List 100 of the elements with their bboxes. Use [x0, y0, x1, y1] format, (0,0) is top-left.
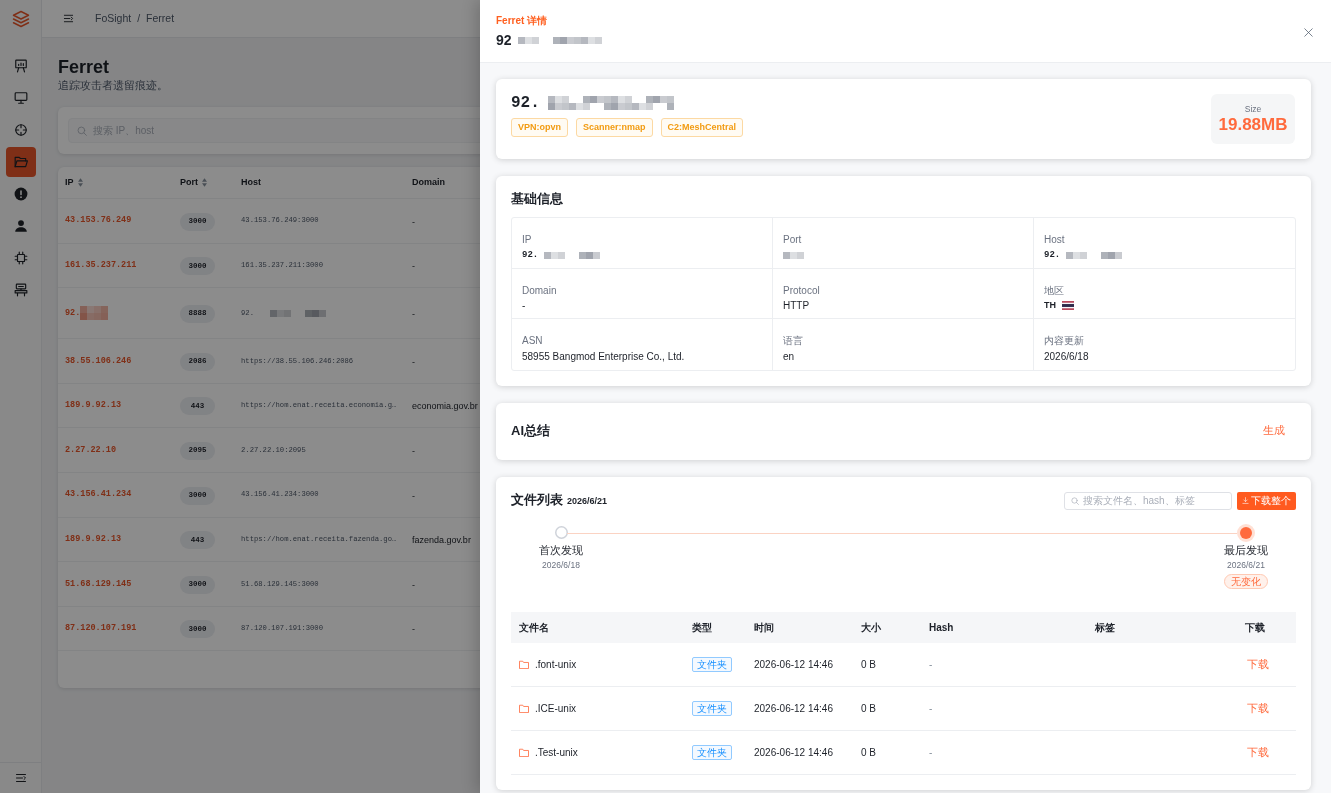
generate-link[interactable]: 生成: [1263, 423, 1285, 439]
status-tag: 无变化: [1224, 573, 1268, 589]
ip-address[interactable]: 161.35.237.211: [65, 259, 137, 272]
file-name: .font-unix: [535, 657, 577, 672]
folder-icon: [519, 703, 529, 713]
field-value: en: [783, 349, 795, 363]
domain-text: -: [412, 308, 415, 319]
crosshair-icon: [13, 123, 28, 137]
tag: VPN:opvn: [511, 118, 568, 137]
search-icon: [1071, 496, 1079, 505]
tag: C2:MeshCentral: [660, 118, 744, 137]
collapse-button[interactable]: [14, 772, 27, 784]
domain-text: -: [412, 445, 415, 456]
domain-text: -: [412, 490, 415, 501]
field-value: -: [522, 299, 526, 312]
menu-icon: [63, 13, 74, 24]
field-label: 内容更新: [1044, 335, 1084, 347]
ip-address[interactable]: 43.156.41.234: [65, 488, 132, 502]
milestone-label: 最后发现: [1224, 543, 1268, 556]
file-hash: -: [929, 701, 933, 716]
field-label: 地区: [1044, 284, 1064, 297]
breadcrumb-link[interactable]: FoSight: [95, 10, 132, 27]
field-label: Domain: [522, 284, 557, 297]
field-label: Host: [1044, 234, 1065, 246]
file-search-field[interactable]: 搜索文件名、hash、标签: [1064, 491, 1232, 510]
column-header[interactable]: IP: [65, 175, 74, 190]
column-header: 下载: [1245, 620, 1265, 635]
ip-address[interactable]: 92.: [65, 306, 81, 320]
field-value: 2026/6/18: [1044, 349, 1089, 363]
size-value: 19.88MB: [1218, 114, 1288, 135]
field-label: 语言: [783, 335, 803, 347]
sidebar-item[interactable]: [5, 147, 36, 177]
column-header: Host: [241, 175, 261, 189]
column-header: 类型: [692, 620, 712, 635]
easel-chart-icon: [13, 59, 28, 73]
page-subtitle: 追踪攻击者遗留痕迹。: [58, 78, 168, 93]
section-date: 2026/6/21: [567, 495, 608, 509]
field-value: 92.: [1044, 248, 1061, 262]
tag: Scanner:nmap: [576, 118, 653, 137]
ip-address[interactable]: 51.68.129.145: [65, 577, 132, 591]
ip-address[interactable]: 38.55.106.246: [65, 354, 132, 368]
file-name: .Test-unix: [535, 745, 578, 760]
download-link[interactable]: 下载: [1247, 655, 1269, 673]
download-link[interactable]: 下载: [1247, 699, 1269, 717]
type-tag: 文件夹: [692, 700, 732, 716]
breadcrumb-current: Ferret: [146, 10, 175, 26]
file-size: 0 B: [861, 701, 876, 716]
register-icon: [13, 283, 28, 297]
file-name: .ICE-unix: [535, 701, 577, 716]
column-header: 文件名: [519, 620, 549, 635]
column-header: 时间: [754, 620, 774, 635]
search-icon: [77, 125, 87, 136]
chip-icon: [13, 251, 28, 265]
field-value: HTTP: [783, 299, 810, 312]
menu-icon: [14, 772, 27, 784]
ip-address[interactable]: 189.9.92.13: [65, 399, 122, 412]
breadcrumb-separator: /: [137, 10, 141, 26]
field-value: TH: [1044, 299, 1056, 312]
download-icon: [1242, 497, 1249, 504]
ip-address[interactable]: 2.27.22.10: [65, 443, 116, 457]
field-value: 58955 Bangmod Enterprise Co., Ltd.: [522, 349, 685, 363]
drawer-eyebrow: Ferret 详情: [496, 14, 548, 27]
monitor-icon: [13, 91, 28, 105]
download-all-button[interactable]: 下载整个: [1237, 491, 1296, 510]
field-label: Port: [783, 234, 802, 246]
menu-button[interactable]: [63, 13, 74, 24]
field-label: Protocol: [783, 284, 820, 297]
column-header: Domain: [412, 175, 445, 189]
section-title: 基础信息: [511, 191, 563, 207]
ip-heading: 92.: [511, 94, 540, 112]
section-title: AI总结: [511, 423, 550, 439]
download-link[interactable]: 下载: [1247, 743, 1269, 761]
field-value: 92.: [522, 248, 539, 262]
size-label: Size: [1244, 103, 1262, 115]
layers-icon: [11, 10, 30, 28]
milestone-date: 2026/6/21: [1227, 559, 1265, 571]
column-header[interactable]: Port: [180, 175, 198, 190]
section-title: 文件列表: [511, 492, 563, 509]
ip-address[interactable]: 43.153.76.249: [65, 214, 132, 228]
milestone-label: 首次发现: [539, 543, 583, 556]
close-icon: [1303, 27, 1313, 37]
file-hash: -: [929, 657, 933, 672]
page-title: Ferret: [58, 56, 110, 78]
column-header: 大小: [861, 620, 881, 635]
domain-text: -: [412, 624, 415, 635]
user-icon: [13, 219, 28, 233]
field-label: IP: [522, 234, 532, 246]
drawer-title: 92: [496, 31, 512, 49]
ip-address[interactable]: 87.120.107.191: [65, 622, 137, 635]
file-time: 2026-06-12 14:46: [754, 701, 833, 716]
file-size: 0 B: [861, 745, 876, 760]
file-hash: -: [929, 745, 933, 760]
domain-text: -: [412, 261, 415, 272]
file-time: 2026-06-12 14:46: [754, 657, 833, 672]
file-time: 2026-06-12 14:46: [754, 745, 833, 760]
folder-icon: [519, 747, 529, 757]
column-header: Hash: [929, 620, 954, 635]
ip-address[interactable]: 189.9.92.13: [65, 533, 122, 546]
milestone-date: 2026/6/18: [542, 559, 580, 571]
domain-text: -: [412, 216, 415, 227]
